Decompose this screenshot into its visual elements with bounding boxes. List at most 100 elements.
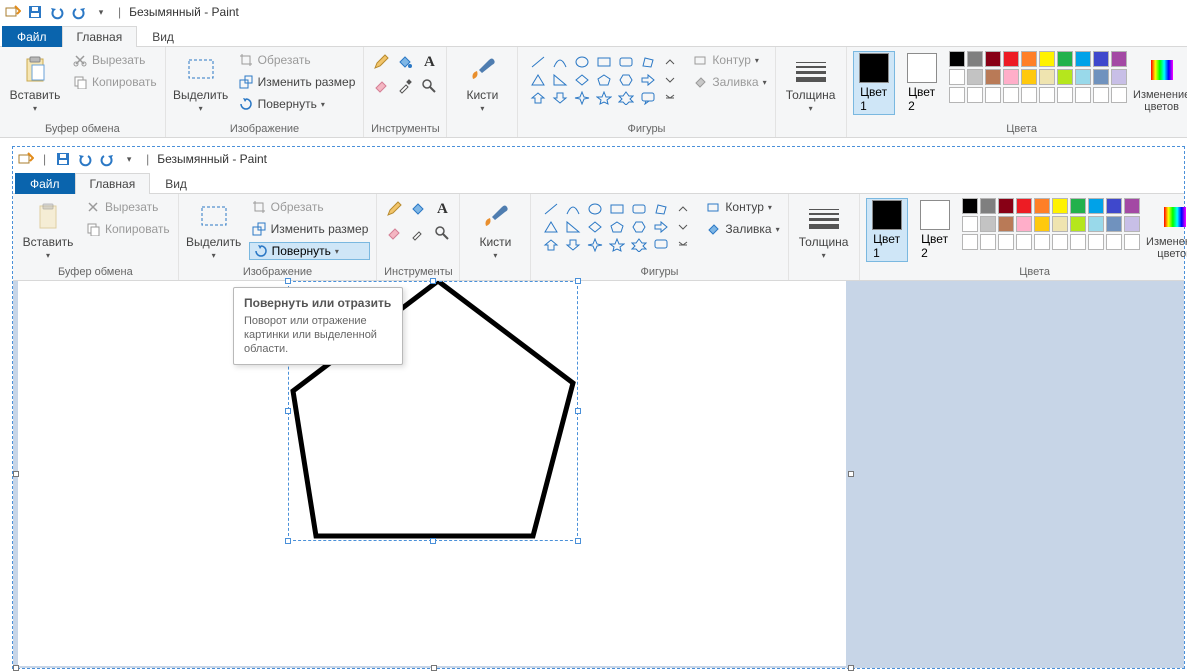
selection-handle-sw[interactable] — [285, 538, 291, 544]
color-swatch[interactable] — [1034, 216, 1050, 232]
shape-expand[interactable] — [674, 237, 692, 253]
shape-right-triangle[interactable] — [551, 72, 569, 88]
color-swatch[interactable] — [1052, 216, 1068, 232]
color-swatch[interactable] — [1106, 216, 1122, 232]
save-icon[interactable] — [26, 3, 44, 21]
shape-star4[interactable] — [586, 237, 604, 253]
shape-star5[interactable] — [595, 90, 613, 106]
fill-button[interactable]: Заливка ▾ — [703, 220, 781, 238]
color-swatch[interactable] — [962, 198, 978, 214]
color-swatch[interactable] — [1003, 69, 1019, 85]
color2-button[interactable]: Цвет 2 — [914, 198, 956, 262]
shape-diamond[interactable] — [586, 219, 604, 235]
shape-callout[interactable] — [652, 237, 670, 253]
shape-pentagon[interactable] — [595, 72, 613, 88]
paste-button[interactable]: Вставить▾ — [19, 198, 77, 264]
tab-view[interactable]: Вид — [137, 26, 189, 47]
text-tool[interactable]: A — [418, 51, 440, 73]
shape-curve[interactable] — [564, 201, 582, 217]
selection-handle-nw[interactable] — [285, 278, 291, 284]
pencil-tool[interactable] — [383, 198, 405, 220]
canvas-handle-w[interactable] — [13, 471, 19, 477]
color-swatch[interactable] — [967, 51, 983, 67]
color-swatch[interactable] — [1124, 234, 1140, 250]
picker-tool[interactable] — [407, 222, 429, 244]
shape-right-triangle[interactable] — [564, 219, 582, 235]
color-swatch[interactable] — [967, 87, 983, 103]
crop-button[interactable]: Обрезать — [236, 51, 358, 69]
color-swatch[interactable] — [1106, 198, 1122, 214]
color-swatch[interactable] — [980, 234, 996, 250]
color-swatch[interactable] — [1016, 216, 1032, 232]
shape-scroll-up[interactable] — [661, 54, 679, 70]
color-swatch[interactable] — [1016, 198, 1032, 214]
selection-handle-w[interactable] — [285, 408, 291, 414]
canvas-handle-sw[interactable] — [13, 665, 19, 671]
shape-star4[interactable] — [573, 90, 591, 106]
color-swatch[interactable] — [1093, 87, 1109, 103]
color2-button[interactable]: Цвет 2 — [901, 51, 943, 115]
copy-button[interactable]: Копировать — [70, 73, 159, 91]
selection-handle-s[interactable] — [430, 538, 436, 544]
rotate-button[interactable]: Повернуть ▾ — [249, 242, 371, 260]
color-swatch[interactable] — [1052, 234, 1068, 250]
color-swatch[interactable] — [1124, 198, 1140, 214]
paste-button[interactable]: Вставить▾ — [6, 51, 64, 117]
redo-icon[interactable] — [70, 3, 88, 21]
undo-icon[interactable] — [48, 3, 66, 21]
copy-button[interactable]: Копировать — [83, 220, 172, 238]
shape-polygon[interactable] — [639, 54, 657, 70]
color-swatch[interactable] — [1093, 51, 1109, 67]
shape-arrow-right[interactable] — [639, 72, 657, 88]
selection-handle-se[interactable] — [575, 538, 581, 544]
color-swatch[interactable] — [1003, 51, 1019, 67]
rotate-button[interactable]: Повернуть ▾ — [236, 95, 358, 113]
color-swatch[interactable] — [1106, 234, 1122, 250]
brushes-button[interactable]: Кисти▾ — [453, 51, 511, 117]
color-swatch[interactable] — [985, 87, 1001, 103]
color-swatch[interactable] — [1070, 198, 1086, 214]
shape-triangle[interactable] — [529, 72, 547, 88]
shape-rect[interactable] — [608, 201, 626, 217]
color-swatch[interactable] — [980, 216, 996, 232]
cut-button[interactable]: Вырезать — [83, 198, 172, 216]
color-swatch[interactable] — [1057, 69, 1073, 85]
shape-scroll-down[interactable] — [661, 72, 679, 88]
shape-star5[interactable] — [608, 237, 626, 253]
color-swatch[interactable] — [1070, 216, 1086, 232]
eraser-tool[interactable] — [383, 222, 405, 244]
selection-handle-n[interactable] — [430, 278, 436, 284]
shape-arrow-up[interactable] — [542, 237, 560, 253]
shape-triangle[interactable] — [542, 219, 560, 235]
color-swatch[interactable] — [1021, 87, 1037, 103]
canvas[interactable] — [18, 281, 846, 666]
color-swatch[interactable] — [980, 198, 996, 214]
color-swatch[interactable] — [1111, 51, 1127, 67]
edit-colors-button[interactable]: Изменение цветов — [1133, 51, 1187, 115]
color-swatch[interactable] — [1075, 51, 1091, 67]
color1-button[interactable]: Цвет 1 — [853, 51, 895, 115]
color-swatch[interactable] — [1111, 87, 1127, 103]
color-swatch[interactable] — [1124, 216, 1140, 232]
selection-handle-e[interactable] — [575, 408, 581, 414]
color-swatch[interactable] — [1039, 69, 1055, 85]
eraser-tool[interactable] — [370, 75, 392, 97]
shape-arrow-right[interactable] — [652, 219, 670, 235]
outline-button[interactable]: Контур ▾ — [703, 198, 781, 216]
select-button[interactable]: Выделить▾ — [185, 198, 243, 264]
shape-arrow-down[interactable] — [564, 237, 582, 253]
pencil-tool[interactable] — [370, 51, 392, 73]
color-swatch[interactable] — [1016, 234, 1032, 250]
shape-star6[interactable] — [630, 237, 648, 253]
shape-pentagon[interactable] — [608, 219, 626, 235]
color-swatch[interactable] — [998, 198, 1014, 214]
color-swatch[interactable] — [985, 51, 1001, 67]
shapes-gallery[interactable] — [524, 51, 684, 109]
shape-roundrect[interactable] — [617, 54, 635, 70]
color-swatch[interactable] — [1021, 69, 1037, 85]
thickness-button[interactable]: Толщина▾ — [795, 198, 853, 264]
color-swatch[interactable] — [1021, 51, 1037, 67]
shape-line[interactable] — [542, 201, 560, 217]
undo-icon[interactable] — [76, 150, 94, 168]
shape-scroll-up[interactable] — [674, 201, 692, 217]
